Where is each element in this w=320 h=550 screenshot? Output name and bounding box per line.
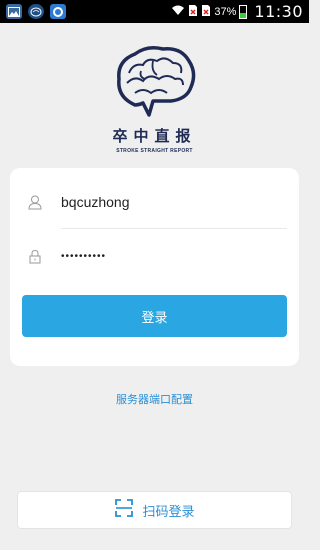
login-button[interactable]: 登录 [22,295,287,337]
brain-app-icon [28,4,44,19]
password-field[interactable]: •••••••••• [24,236,287,276]
no-sim-icon [188,4,198,20]
brain-logo-icon [116,46,195,117]
gallery-icon [6,4,22,19]
lock-icon [26,247,44,265]
status-bar: 37% 11:30 [0,0,309,23]
user-icon [26,193,44,211]
clock: 11:30 [254,2,303,21]
username-input[interactable] [61,182,287,222]
scan-login-label: 扫码登录 [142,504,195,520]
wifi-icon [171,4,185,19]
field-divider [61,228,287,229]
brand-name-en: STROKE STRAIGHT REPORT [116,148,193,154]
no-sim-icon [201,4,211,20]
app-logo: 卒中直报 STROKE STRAIGHT REPORT [0,45,309,154]
scan-login-button[interactable]: 扫码登录 [17,491,292,529]
battery-icon [239,4,248,19]
battery-percent: 37% [214,5,237,18]
scan-icon [114,498,134,522]
username-field[interactable] [24,182,287,222]
password-input[interactable]: •••••••••• [61,236,287,276]
system-status: 37% 11:30 [171,2,303,21]
server-port-config-link[interactable]: 服务器端口配置 [0,391,309,407]
notification-icons [6,4,66,19]
brand-name-cn: 卒中直报 [112,127,197,145]
chat-app-icon [50,4,66,19]
login-card: •••••••••• 登录 [10,168,299,366]
